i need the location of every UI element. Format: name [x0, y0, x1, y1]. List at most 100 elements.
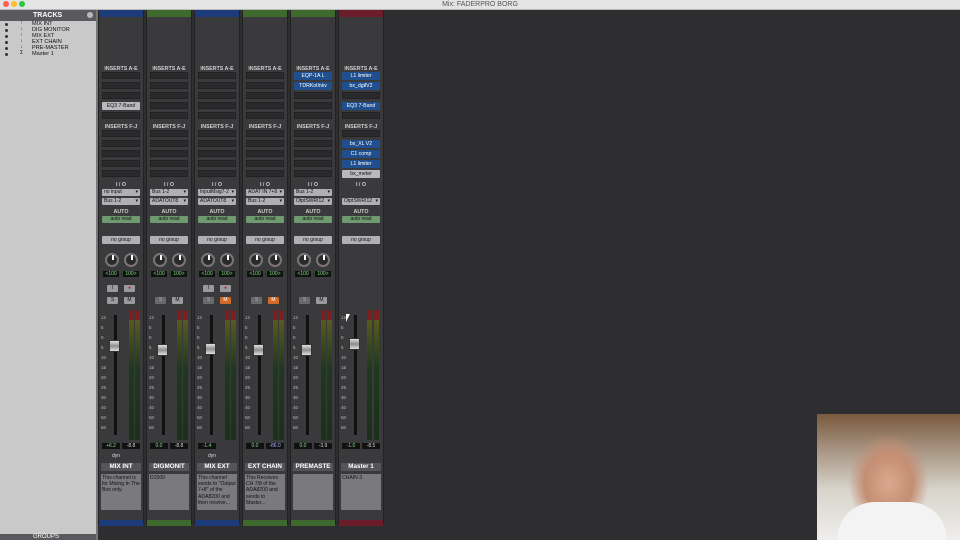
track-name-plate[interactable]: MIX EXT — [197, 463, 237, 471]
insert-slot-empty[interactable] — [102, 170, 140, 177]
pan-knob-right[interactable] — [172, 253, 186, 267]
insert-slot-plugin[interactable]: bx_dgtlV2 — [342, 82, 380, 90]
output-selector[interactable]: ADATOUT8 — [150, 198, 188, 205]
output-selector[interactable]: OtptSWRI12 — [294, 198, 332, 205]
pan-knob-right[interactable] — [220, 253, 234, 267]
insert-slot-empty[interactable] — [294, 130, 332, 137]
pan-knob-left[interactable] — [249, 253, 263, 267]
track-visible-dot[interactable] — [5, 23, 8, 26]
insert-slot-empty[interactable] — [246, 150, 284, 157]
track-color-bar[interactable] — [147, 10, 191, 17]
insert-slot-plugin[interactable]: EQ3 7-Band — [342, 102, 380, 110]
insert-slot-empty[interactable] — [150, 102, 188, 109]
insert-slot-plugin[interactable]: TDRKotlnkv — [294, 82, 332, 90]
volume-fader[interactable] — [253, 344, 264, 356]
insert-slot-empty[interactable] — [102, 140, 140, 147]
track-comment[interactable] — [293, 474, 333, 510]
track-comment[interactable]: This Receives CH 7/8 of the ADA8200 and … — [245, 474, 285, 510]
volume-fader[interactable] — [109, 340, 120, 352]
track-color-bar[interactable] — [291, 10, 335, 17]
track-name-plate[interactable]: Master 1 — [341, 463, 381, 471]
volume-fader[interactable] — [205, 343, 216, 355]
insert-slot-empty[interactable] — [198, 112, 236, 119]
insert-slot-empty[interactable] — [246, 72, 284, 79]
mute-button[interactable]: M — [124, 297, 135, 304]
solo-button[interactable]: S — [203, 297, 214, 304]
track-visible-dot[interactable] — [5, 41, 8, 44]
solo-button[interactable]: S — [251, 297, 262, 304]
insert-slot-empty[interactable] — [246, 160, 284, 167]
insert-slot-empty[interactable] — [294, 170, 332, 177]
insert-slot-empty[interactable] — [246, 130, 284, 137]
record-enable-button[interactable]: ● — [220, 285, 231, 292]
record-enable-button[interactable]: ● — [124, 285, 135, 292]
track-color-bar-bottom[interactable] — [195, 520, 239, 526]
track-color-bar[interactable] — [243, 10, 287, 17]
group-selector[interactable]: no group — [342, 236, 380, 244]
group-selector[interactable]: no group — [294, 236, 332, 244]
insert-slot-empty[interactable] — [150, 130, 188, 137]
input-selector[interactable]: no input — [102, 189, 140, 196]
solo-button[interactable]: S — [299, 297, 310, 304]
track-name-plate[interactable]: DIGMONIT — [149, 463, 189, 471]
insert-slot-empty[interactable] — [102, 130, 140, 137]
insert-slot-plugin[interactable]: EQ3 7-Band — [102, 102, 140, 110]
pan-knob-left[interactable] — [201, 253, 215, 267]
insert-slot-empty[interactable] — [342, 112, 380, 119]
output-selector[interactable]: OtptSWRI12 — [342, 198, 380, 205]
insert-slot-empty[interactable] — [150, 72, 188, 79]
insert-slot-empty[interactable] — [198, 72, 236, 79]
track-comment[interactable]: This channel is for Mixing In The Box on… — [101, 474, 141, 510]
insert-slot-empty[interactable] — [150, 112, 188, 119]
insert-slot-empty[interactable] — [198, 160, 236, 167]
track-visible-dot[interactable] — [5, 35, 8, 38]
track-visible-dot[interactable] — [5, 47, 8, 50]
mute-button[interactable]: M — [220, 297, 231, 304]
track-comment[interactable]: This channel sends to "Output 7+8" of th… — [197, 474, 237, 510]
track-name-plate[interactable]: MIX INT — [101, 463, 141, 471]
insert-slot-empty[interactable] — [294, 102, 332, 109]
insert-slot-empty[interactable] — [246, 102, 284, 109]
mute-button[interactable]: M — [172, 297, 183, 304]
output-selector[interactable]: Bus 1-2 — [246, 198, 284, 205]
pan-knob-left[interactable] — [153, 253, 167, 267]
insert-slot-plugin[interactable]: bx_meter — [342, 170, 380, 178]
insert-slot-empty[interactable] — [198, 130, 236, 137]
automation-mode-selector[interactable]: auto read — [246, 216, 284, 223]
track-list-item[interactable]: Σ Master 1 — [0, 51, 96, 57]
track-color-bar[interactable] — [339, 10, 383, 17]
insert-slot-plugin[interactable]: C1 comp — [342, 150, 380, 158]
insert-slot-empty[interactable] — [102, 92, 140, 99]
output-selector[interactable]: Bus 1-2 — [102, 198, 140, 205]
automation-mode-selector[interactable]: auto read — [150, 216, 188, 223]
insert-slot-empty[interactable] — [246, 140, 284, 147]
pan-knob-right[interactable] — [268, 253, 282, 267]
insert-slot-plugin[interactable]: L1 limiter — [342, 160, 380, 168]
insert-slot-empty[interactable] — [294, 92, 332, 99]
track-name-plate[interactable]: PREMASTE — [293, 463, 333, 471]
insert-slot-empty[interactable] — [150, 92, 188, 99]
insert-slot-empty[interactable] — [198, 92, 236, 99]
automation-mode-selector[interactable]: auto read — [102, 216, 140, 223]
insert-slot-empty[interactable] — [198, 140, 236, 147]
insert-slot-empty[interactable] — [102, 150, 140, 157]
insert-slot-empty[interactable] — [294, 150, 332, 157]
insert-slot-empty[interactable] — [246, 92, 284, 99]
track-visible-dot[interactable] — [5, 53, 8, 56]
insert-slot-empty[interactable] — [246, 112, 284, 119]
insert-slot-empty[interactable] — [150, 150, 188, 157]
input-selector[interactable]: InputMsig7-2 — [198, 189, 236, 196]
pan-knob-right[interactable] — [124, 253, 138, 267]
track-color-bar[interactable] — [99, 10, 143, 17]
tracks-menu-button[interactable] — [87, 12, 93, 18]
insert-slot-empty[interactable] — [150, 140, 188, 147]
insert-slot-empty[interactable] — [198, 170, 236, 177]
input-selector[interactable]: Bus 1-2 — [294, 189, 332, 196]
insert-slot-empty[interactable] — [150, 82, 188, 89]
volume-fader[interactable] — [301, 344, 312, 356]
insert-slot-empty[interactable] — [342, 92, 380, 99]
track-comment[interactable]: CHAIN 3 — [341, 474, 381, 510]
pan-knob-left[interactable] — [105, 253, 119, 267]
insert-slot-empty[interactable] — [102, 72, 140, 79]
insert-slot-empty[interactable] — [198, 102, 236, 109]
